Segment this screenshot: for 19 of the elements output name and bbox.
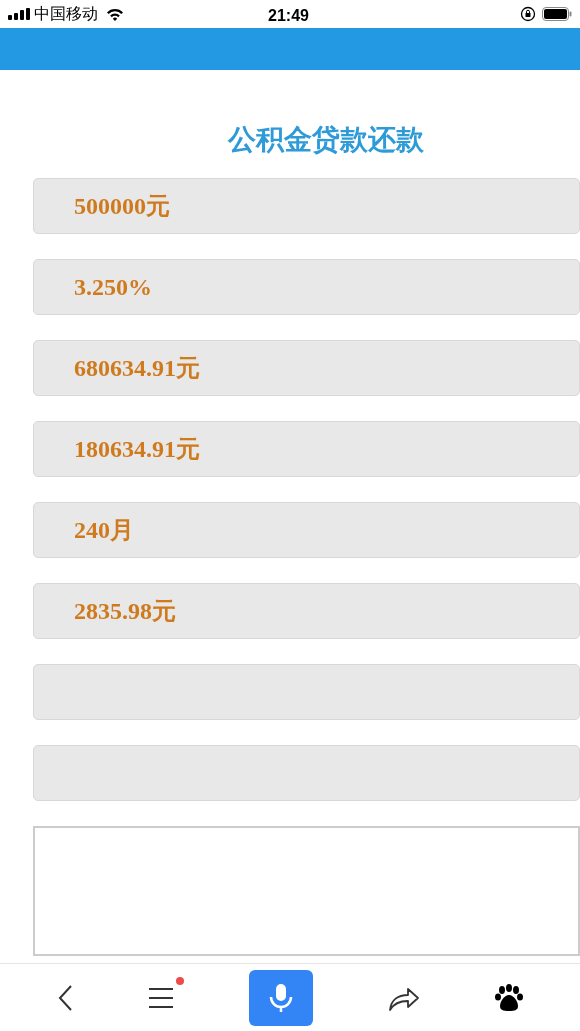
result-field[interactable]: 3.250% — [33, 259, 580, 315]
microphone-icon — [269, 982, 293, 1013]
back-icon[interactable] — [57, 983, 74, 1012]
empty-field[interactable] — [33, 745, 580, 801]
wifi-icon — [106, 7, 124, 21]
rotation-lock-icon — [520, 6, 536, 22]
signal-icon — [8, 8, 30, 20]
result-field[interactable]: 680634.91元 — [33, 340, 580, 396]
status-time: 21:49 — [268, 6, 309, 26]
paw-icon[interactable] — [494, 983, 523, 1012]
battery-icon — [542, 7, 572, 21]
result-field[interactable]: 2835.98元 — [33, 583, 580, 639]
result-field[interactable]: 240月 — [33, 502, 580, 558]
carrier-name: 中国移动 — [34, 4, 98, 24]
voice-button[interactable] — [249, 969, 313, 1026]
result-field[interactable]: 180634.91元 — [33, 421, 580, 477]
result-field[interactable]: 500000元 — [33, 178, 580, 234]
page-title: 公积金贷款还款 — [228, 123, 425, 157]
empty-field[interactable] — [33, 664, 580, 720]
